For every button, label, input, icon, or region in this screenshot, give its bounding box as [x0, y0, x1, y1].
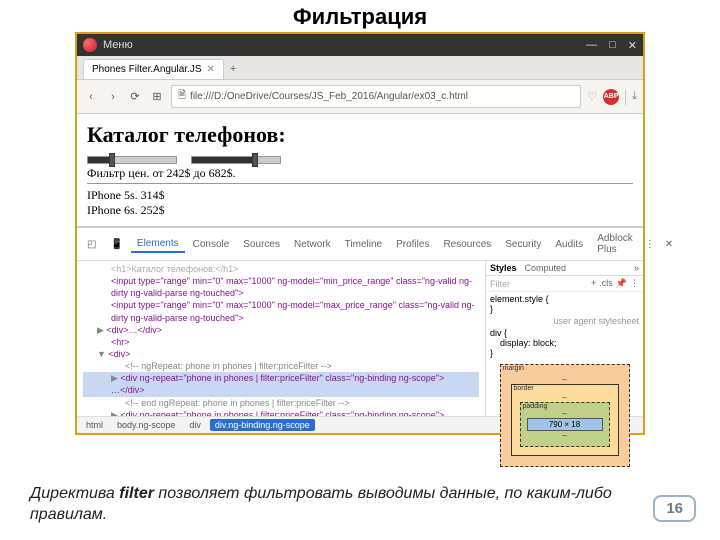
styles-tab[interactable]: Styles	[490, 263, 517, 273]
tab-audits[interactable]: Audits	[549, 237, 589, 252]
tab-adblock[interactable]: Adblock Plus	[591, 231, 639, 257]
uas-label: user agent stylesheet	[486, 316, 643, 326]
cls-icon[interactable]: .cls	[599, 278, 613, 289]
style-rule[interactable]: element.style { }	[486, 292, 643, 316]
browser-window: Меню — □ ✕ Phones Filter.Angular.JS ✕ + …	[75, 32, 645, 435]
devtools-panel: ◰ 📱 Elements Console Sources Network Tim…	[77, 226, 643, 433]
slide-caption: Директива filter позволяет фильтровать в…	[30, 483, 620, 526]
crumb-active[interactable]: div.ng-binding.ng-scope	[210, 419, 315, 431]
browser-tab[interactable]: Phones Filter.Angular.JS ✕	[83, 59, 224, 79]
filter-input[interactable]: Filter	[490, 279, 510, 289]
adblock-icon[interactable]: ABP	[603, 89, 619, 105]
tab-security[interactable]: Security	[499, 237, 547, 252]
reload-icon[interactable]: ⟳	[127, 89, 143, 105]
crumb[interactable]: html	[81, 419, 108, 431]
tab-close-icon[interactable]: ✕	[207, 64, 215, 75]
min-price-slider[interactable]	[87, 156, 177, 164]
more-icon[interactable]: ⋮	[630, 278, 639, 289]
speed-dial-icon[interactable]: ⊞	[149, 89, 165, 105]
device-icon[interactable]: 📱	[104, 237, 128, 252]
bookmark-icon[interactable]: ♡	[587, 90, 597, 103]
back-icon[interactable]: ‹	[83, 89, 99, 105]
tab-profiles[interactable]: Profiles	[390, 237, 435, 252]
url-input[interactable]: 🗎 file:///D:/OneDrive/Courses/JS_Feb_201…	[171, 85, 581, 108]
close-window-icon[interactable]: ✕	[628, 39, 637, 52]
styles-panel: Styles Computed » Filter + .cls 📌 ⋮ elem…	[485, 261, 643, 416]
slide-title: Фильтрация	[0, 0, 720, 32]
tab-console[interactable]: Console	[187, 237, 236, 252]
devtools-tabs: ◰ 📱 Elements Console Sources Network Tim…	[77, 228, 643, 261]
menu-label[interactable]: Меню	[103, 39, 586, 51]
dom-tree[interactable]: <h1>Каталог телефонов:</h1> <input type=…	[77, 261, 485, 416]
new-tab-button[interactable]: +	[230, 63, 236, 75]
pin-icon[interactable]: 📌	[616, 278, 627, 289]
devtools-close-icon[interactable]: ✕	[661, 239, 677, 250]
tab-elements[interactable]: Elements	[131, 236, 185, 253]
page-heading: Каталог телефонов:	[87, 122, 633, 148]
download-icon[interactable]: ⤓	[632, 90, 637, 103]
phone-item: IPhone 6s. 252$	[87, 203, 633, 218]
computed-tab[interactable]: Computed	[525, 263, 567, 273]
divider	[625, 89, 626, 105]
tab-sources[interactable]: Sources	[237, 237, 286, 252]
max-price-slider[interactable]	[191, 156, 281, 164]
tab-network[interactable]: Network	[288, 237, 337, 252]
minimize-icon[interactable]: —	[586, 39, 597, 52]
page-number: 16	[653, 495, 696, 522]
url-text: file:///D:/OneDrive/Courses/JS_Feb_2016/…	[190, 91, 468, 102]
tab-bar: Phones Filter.Angular.JS ✕ +	[77, 56, 643, 80]
titlebar: Меню — □ ✕	[77, 34, 643, 56]
address-bar: ‹ › ⟳ ⊞ 🗎 file:///D:/OneDrive/Courses/JS…	[77, 80, 643, 114]
forward-icon[interactable]: ›	[105, 89, 121, 105]
style-rule[interactable]: div { display: block; }	[486, 326, 643, 360]
opera-logo-icon	[83, 38, 97, 52]
tab-timeline[interactable]: Timeline	[339, 237, 388, 252]
page-viewport: Каталог телефонов: Фильтр цен. от 242$ д…	[77, 114, 643, 226]
inspect-icon[interactable]: ◰	[81, 237, 102, 252]
devtools-menu-icon[interactable]: ⋮	[641, 239, 659, 250]
file-icon: 🗎	[178, 88, 186, 105]
add-rule-icon[interactable]: +	[591, 278, 596, 289]
phone-item: IPhone 5s. 314$	[87, 188, 633, 203]
price-filter-text: Фильтр цен. от 242$ до 682$.	[87, 166, 633, 181]
crumb[interactable]: div	[184, 419, 206, 431]
crumb[interactable]: body.ng-scope	[112, 419, 180, 431]
tab-resources[interactable]: Resources	[437, 237, 497, 252]
hr	[87, 183, 633, 184]
maximize-icon[interactable]: □	[609, 39, 616, 52]
tab-title: Phones Filter.Angular.JS	[92, 64, 202, 75]
box-model[interactable]: margin – border – padding – 790 × 18 –	[500, 364, 630, 467]
